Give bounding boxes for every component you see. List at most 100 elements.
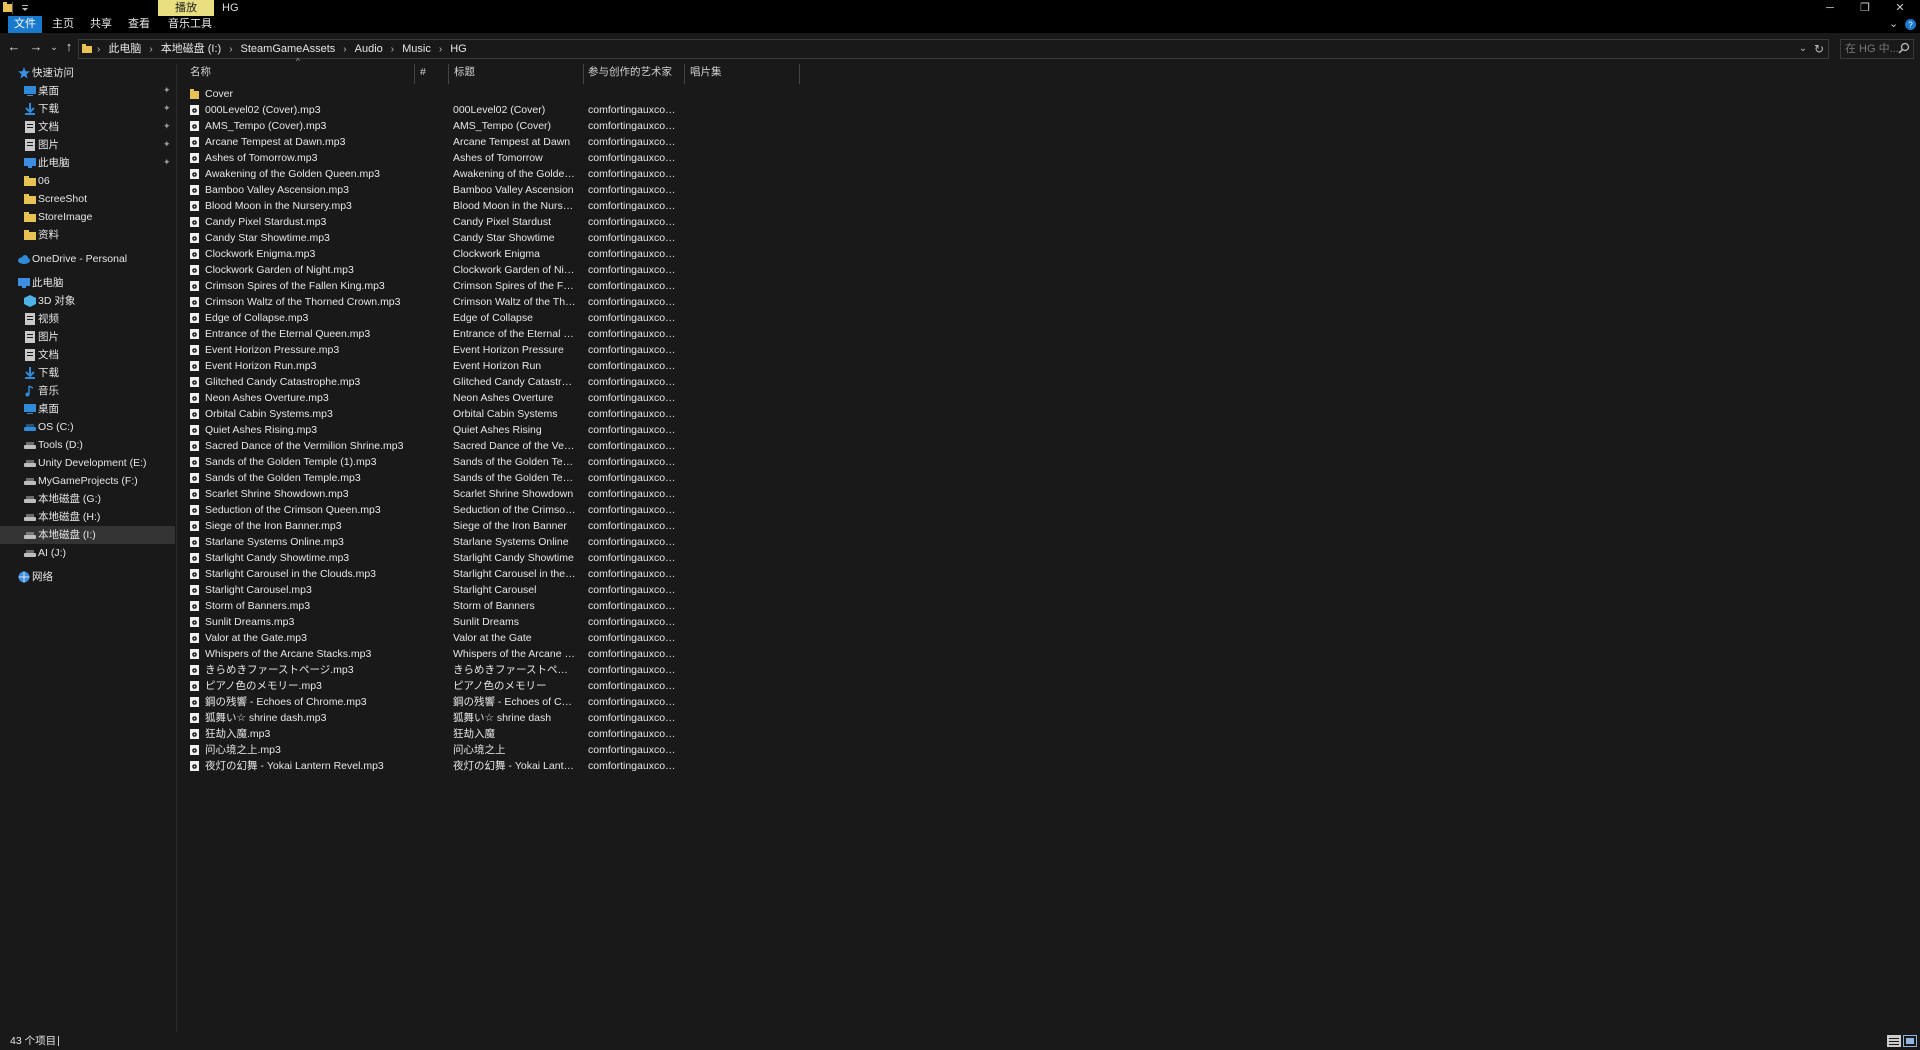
sidebar-item[interactable]: 音乐: [0, 382, 175, 400]
sidebar-item[interactable]: 文档: [0, 346, 175, 364]
breadcrumb-item[interactable]: Audio: [355, 40, 383, 58]
file-row[interactable]: 000Level02 (Cover).mp3 000Level02 (Cover)…: [190, 102, 790, 118]
expand-ribbon-icon[interactable]: ⌄: [1889, 17, 1898, 30]
sidebar-item[interactable]: Unity Development (E:): [0, 454, 175, 472]
column-divider[interactable]: [583, 64, 584, 84]
tab-home[interactable]: 主页: [46, 16, 80, 33]
restore-icon[interactable]: ❐: [1850, 0, 1880, 16]
address-bar[interactable]: › 此电脑 › 本地磁盘 (I:) › SteamGameAssets › Audio › Mus…: [78, 39, 1829, 59]
tab-share[interactable]: 共享: [84, 16, 118, 33]
sidebar-item[interactable]: 本地磁盘 (I:): [0, 526, 175, 544]
file-row[interactable]: Ashes of Tomorrow.mp3 Ashes of Tomorrow co…: [190, 150, 790, 166]
help-icon[interactable]: ?: [1905, 19, 1916, 30]
column-header-album[interactable]: 唱片集: [690, 64, 722, 80]
file-row[interactable]: Candy Pixel Stardust.mp3 Candy Pixel Star…: [190, 214, 790, 230]
sidebar-item[interactable]: 下载: [0, 364, 175, 382]
file-row[interactable]: Siege of the Iron Banner.mp3 Siege of the…: [190, 518, 790, 534]
sidebar-item[interactable]: 文档 ✦: [0, 118, 175, 136]
sidebar-item[interactable]: 此电脑 ✦: [0, 154, 175, 172]
forward-arrow-icon[interactable]: →: [29, 40, 43, 54]
folder-row[interactable]: Cover: [190, 86, 790, 102]
file-row[interactable]: Arcane Tempest at Dawn.mp3 Arcane Tempest…: [190, 134, 790, 150]
pane-divider[interactable]: [176, 64, 177, 1032]
chevron-right-icon[interactable]: ›: [229, 41, 232, 59]
column-divider[interactable]: [448, 64, 449, 84]
file-row[interactable]: Seduction of the Crimson Queen.mp3 Seduct…: [190, 502, 790, 518]
sidebar-item[interactable]: StoreImage: [0, 208, 175, 226]
breadcrumb-item[interactable]: Music: [402, 40, 431, 58]
file-row[interactable]: Sunlit Dreams.mp3 Sunlit Dreams comforting…: [190, 614, 790, 630]
file-row[interactable]: ピアノ色のメモリー.mp3 ピアノ色のメモリー comfortingauxcord.…: [190, 678, 790, 694]
breadcrumb-item[interactable]: 此电脑: [108, 40, 141, 58]
breadcrumb-item[interactable]: 本地磁盘 (I:): [161, 40, 222, 58]
file-row[interactable]: Quiet Ashes Rising.mp3 Quiet Ashes Rising…: [190, 422, 790, 438]
file-row[interactable]: Neon Ashes Overture.mp3 Neon Ashes Overtu…: [190, 390, 790, 406]
sidebar-item[interactable]: OS (C:): [0, 418, 175, 436]
column-header-name[interactable]: 名称: [190, 64, 211, 80]
file-row[interactable]: Sacred Dance of the Vermilion Shrine.mp3…: [190, 438, 790, 454]
sidebar-item[interactable]: 桌面: [0, 400, 175, 418]
file-row[interactable]: Bamboo Valley Ascension.mp3 Bamboo Valley…: [190, 182, 790, 198]
file-row[interactable]: Scarlet Shrine Showdown.mp3 Scarlet Shrin…: [190, 486, 790, 502]
sidebar-item[interactable]: 图片: [0, 328, 175, 346]
file-row[interactable]: Whispers of the Arcane Stacks.mp3 Whisper…: [190, 646, 790, 662]
file-row[interactable]: 狐舞い☆ shrine dash.mp3 狐舞い☆ shrine dash comf…: [190, 710, 790, 726]
minimize-icon[interactable]: ─: [1815, 0, 1845, 16]
details-view-icon[interactable]: [1887, 1035, 1901, 1047]
sidebar-item[interactable]: 06: [0, 172, 175, 190]
chevron-right-icon[interactable]: ›: [439, 41, 442, 59]
column-header-title[interactable]: 标题: [454, 64, 475, 80]
file-row[interactable]: Storm of Banners.mp3 Storm of Banners comf…: [190, 598, 790, 614]
sidebar-item[interactable]: 桌面 ✦: [0, 82, 175, 100]
file-row[interactable]: Crimson Waltz of the Thorned Crown.mp3 Cr…: [190, 294, 790, 310]
file-row[interactable]: 夜灯の幻舞 - Yokai Lantern Revel.mp3 夜灯の幻舞 - Y…: [190, 758, 790, 774]
sidebar-item[interactable]: Tools (D:): [0, 436, 175, 454]
file-row[interactable]: Starlight Carousel in the Clouds.mp3 Star…: [190, 566, 790, 582]
file-row[interactable]: Candy Star Showtime.mp3 Candy Star Showti…: [190, 230, 790, 246]
chevron-right-icon[interactable]: ›: [391, 41, 394, 59]
quick-access-toolbar-dropdown-icon[interactable]: [20, 2, 30, 12]
sidebar-item[interactable]: 图片 ✦: [0, 136, 175, 154]
search-icon[interactable]: [1898, 42, 1910, 54]
recent-locations-chevron-icon[interactable]: ⌄: [47, 40, 61, 54]
chevron-right-icon[interactable]: ›: [149, 41, 152, 59]
large-icons-view-icon[interactable]: [1903, 1035, 1917, 1047]
tab-view[interactable]: 查看: [122, 16, 156, 33]
chevron-right-icon[interactable]: ›: [97, 41, 100, 59]
file-row[interactable]: Entrance of the Eternal Queen.mp3 Entranc…: [190, 326, 790, 342]
back-arrow-icon[interactable]: ←: [7, 40, 21, 54]
file-row[interactable]: Event Horizon Pressure.mp3 Event Horizon …: [190, 342, 790, 358]
file-row[interactable]: Starlight Candy Showtime.mp3 Starlight Ca…: [190, 550, 790, 566]
sidebar-item[interactable]: 快速访问: [0, 64, 175, 82]
file-row[interactable]: Blood Moon in the Nursery.mp3 Blood Moon …: [190, 198, 790, 214]
search-box[interactable]: 在 HG 中...: [1840, 39, 1914, 59]
chevron-right-icon[interactable]: ›: [343, 41, 346, 59]
context-tab-play[interactable]: 播放: [158, 0, 214, 16]
sidebar-item[interactable]: ScreeShot: [0, 190, 175, 208]
file-row[interactable]: Event Horizon Run.mp3 Event Horizon Run co…: [190, 358, 790, 374]
file-row[interactable]: 狂劫入魔.mp3 狂劫入魔 comfortingauxcord...: [190, 726, 790, 742]
file-row[interactable]: Orbital Cabin Systems.mp3 Orbital Cabin S…: [190, 406, 790, 422]
file-row[interactable]: 问心境之上.mp3 问心境之上 comfortingauxcord...: [190, 742, 790, 758]
file-row[interactable]: Valor at the Gate.mp3 Valor at the Gate co…: [190, 630, 790, 646]
file-row[interactable]: Glitched Candy Catastrophe.mp3 Glitched C…: [190, 374, 790, 390]
file-row[interactable]: Crimson Spires of the Fallen King.mp3 Cri…: [190, 278, 790, 294]
file-row[interactable]: きらめきファーストページ.mp3 きらめきファーストページ comfortingau…: [190, 662, 790, 678]
refresh-icon[interactable]: ↻: [1812, 42, 1826, 56]
breadcrumb-item[interactable]: SteamGameAssets: [241, 40, 336, 58]
column-header-number[interactable]: #: [420, 64, 426, 80]
sidebar-item[interactable]: OneDrive - Personal: [0, 250, 175, 268]
sidebar-item[interactable]: 本地磁盘 (G:): [0, 490, 175, 508]
sidebar-item[interactable]: 本地磁盘 (H:): [0, 508, 175, 526]
file-row[interactable]: Sands of the Golden Temple.mp3 Sands of t…: [190, 470, 790, 486]
file-row[interactable]: Awakening of the Golden Queen.mp3 Awakeni…: [190, 166, 790, 182]
sidebar-item[interactable]: MyGameProjects (F:): [0, 472, 175, 490]
file-row[interactable]: 鋼の残響 - Echoes of Chrome.mp3 鋼の残響 - Echoes…: [190, 694, 790, 710]
tab-file[interactable]: 文件: [8, 16, 42, 33]
file-row[interactable]: Starlight Carousel.mp3 Starlight Carousel…: [190, 582, 790, 598]
column-divider[interactable]: [414, 64, 415, 84]
tab-music-tools[interactable]: 音乐工具: [162, 16, 218, 33]
up-arrow-icon[interactable]: ↑: [62, 40, 76, 54]
column-header-artist[interactable]: 参与创作的艺术家: [588, 64, 672, 80]
close-icon[interactable]: ✕: [1885, 0, 1915, 16]
